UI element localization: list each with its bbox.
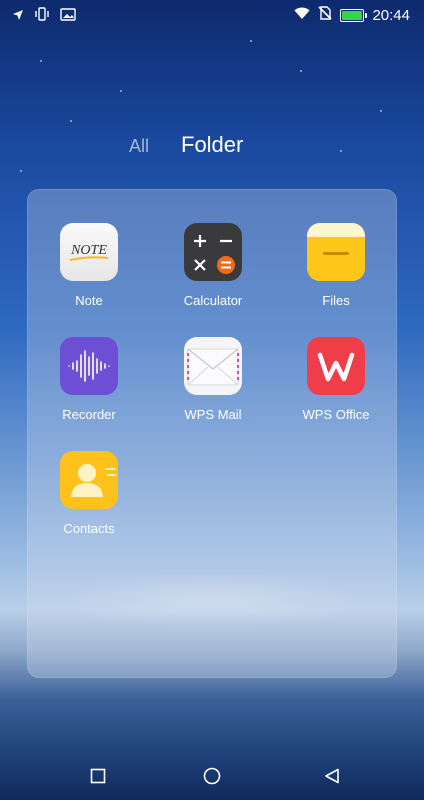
app-label-contacts: Contacts (63, 521, 115, 536)
app-recorder[interactable]: Recorder (34, 337, 144, 437)
tab-folder[interactable]: Folder (181, 132, 243, 158)
location-arrow-icon (12, 8, 24, 26)
app-label-calculator: Calculator (183, 293, 243, 308)
folder-panel: NOTE Note Calculator Files Recorder WPS … (27, 189, 397, 678)
app-contacts[interactable]: Contacts (34, 451, 144, 551)
contacts-icon (60, 451, 118, 509)
app-wps-mail[interactable]: WPS Mail (158, 337, 268, 437)
recents-square-icon[interactable] (90, 768, 106, 789)
no-sim-icon (318, 6, 333, 25)
app-files[interactable]: Files (281, 223, 391, 323)
app-note[interactable]: NOTE Note (34, 223, 144, 323)
app-label-note: Note (75, 293, 103, 308)
navigation-bar (0, 748, 424, 800)
app-label-files: Files (322, 293, 350, 308)
calculator-icon (184, 223, 242, 281)
wifi-icon (294, 7, 310, 25)
app-label-wps-office: WPS Office (302, 407, 370, 422)
svg-text:NOTE: NOTE (70, 243, 107, 258)
back-triangle-icon[interactable] (324, 768, 340, 789)
files-icon (307, 223, 365, 281)
vibrate-icon (34, 7, 50, 26)
home-circle-icon[interactable] (203, 767, 221, 790)
mail-icon (184, 337, 242, 395)
battery-charging-icon (340, 9, 368, 22)
drawer-tabs: All Folder (0, 132, 424, 162)
app-calculator[interactable]: Calculator (158, 223, 268, 323)
note-icon: NOTE (60, 223, 118, 281)
image-icon (60, 7, 76, 26)
wps-office-icon (307, 337, 365, 395)
status-time: 20:44 (372, 7, 410, 24)
app-wps-office[interactable]: WPS Office (281, 337, 391, 437)
status-bar: 20:44 (0, 0, 424, 30)
app-label-wps-mail: WPS Mail (184, 407, 242, 422)
tab-all[interactable]: All (129, 136, 149, 157)
recorder-icon (60, 337, 118, 395)
app-label-recorder: Recorder (62, 407, 116, 422)
